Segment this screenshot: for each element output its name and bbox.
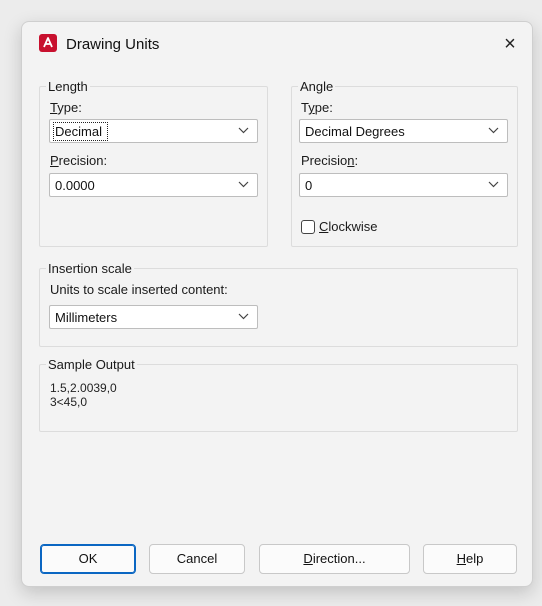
- chevron-down-icon: [238, 313, 249, 320]
- angle-type-select[interactable]: Decimal Degrees: [299, 119, 508, 143]
- close-button[interactable]: ×: [494, 30, 526, 58]
- length-precision-value: 0.0000: [55, 178, 95, 193]
- length-legend: Length: [48, 79, 88, 94]
- length-type-select[interactable]: Decimal: [49, 119, 258, 143]
- angle-precision-select[interactable]: 0: [299, 173, 508, 197]
- insertion-scale-group: Insertion scale: [39, 261, 518, 347]
- angle-precision-value: 0: [305, 178, 313, 193]
- chevron-down-icon: [238, 127, 249, 134]
- title-bar: Drawing Units ×: [22, 22, 532, 70]
- cancel-button[interactable]: Cancel: [149, 544, 245, 574]
- length-type-value: Decimal: [53, 122, 108, 141]
- angle-type-value: Decimal Degrees: [305, 124, 405, 139]
- sample-output-legend: Sample Output: [48, 357, 135, 372]
- angle-legend: Angle: [300, 79, 334, 94]
- length-precision-label: Precision:: [50, 153, 108, 168]
- angle-type-label: Type:: [301, 100, 333, 115]
- insertion-units-label: Units to scale inserted content:: [50, 282, 228, 297]
- sample-output-line-2: 3<45,0: [50, 395, 88, 409]
- clockwise-label[interactable]: Clockwise: [319, 219, 378, 234]
- insertion-scale-legend: Insertion scale: [48, 261, 132, 276]
- clockwise-checkbox[interactable]: [301, 220, 315, 234]
- length-precision-select[interactable]: 0.0000: [49, 173, 258, 197]
- length-type-label: Type:: [50, 100, 82, 115]
- chevron-down-icon: [488, 181, 499, 188]
- dialog-title: Drawing Units: [66, 36, 160, 53]
- chevron-down-icon: [238, 181, 249, 188]
- sample-output-line-1: 1.5,2.0039,0: [50, 381, 117, 395]
- insertion-units-select[interactable]: Millimeters: [49, 305, 258, 329]
- insertion-units-value: Millimeters: [55, 310, 118, 325]
- direction-button[interactable]: Direction...: [259, 544, 410, 574]
- autocad-app-icon: [39, 34, 57, 52]
- angle-precision-label: Precision:: [301, 153, 359, 168]
- ok-button[interactable]: OK: [40, 544, 136, 574]
- help-button[interactable]: Help: [423, 544, 517, 574]
- chevron-down-icon: [488, 127, 499, 134]
- close-icon: ×: [504, 33, 516, 55]
- drawing-units-dialog: Drawing Units × Length Type: Decimal Pre…: [21, 21, 533, 587]
